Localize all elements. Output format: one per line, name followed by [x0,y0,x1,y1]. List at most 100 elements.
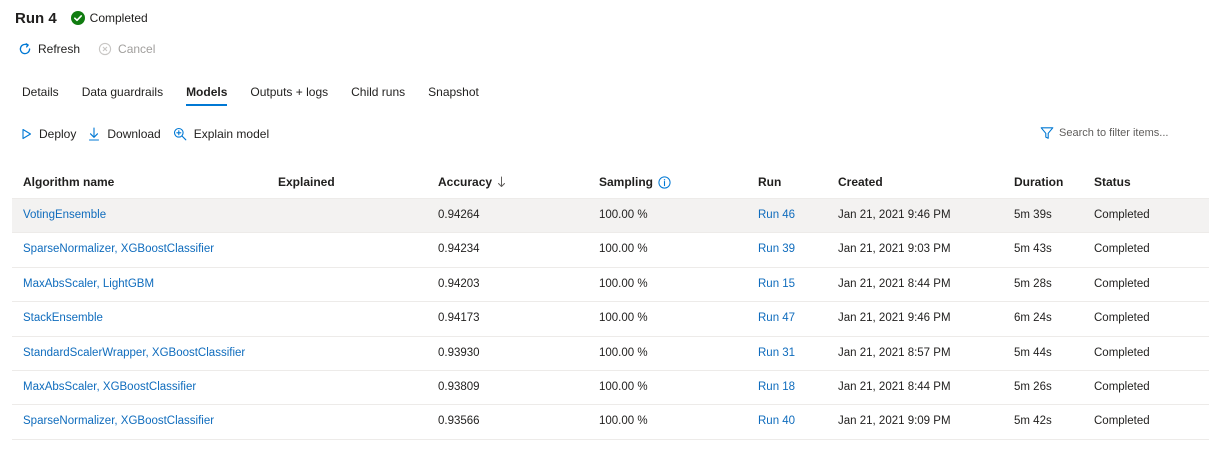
arrow-down-icon [492,176,506,188]
table-row[interactable]: StackEnsemble 0.94173 100.00 % Run 47 Ja… [12,302,1209,337]
deploy-button[interactable]: Deploy [21,127,76,141]
refresh-icon [18,42,38,56]
accuracy-cell: 0.93566 [438,415,480,428]
duration-cell: 5m 39s [1014,209,1052,221]
column-header-duration[interactable]: Duration [1014,175,1063,189]
run-link[interactable]: Run 18 [758,381,795,393]
column-label: Accuracy [438,175,493,189]
explain-model-label: Explain model [193,127,270,141]
sampling-cell: 100.00 % [599,277,648,290]
models-table: Algorithm name Explained Accuracy Sampli… [12,165,1209,440]
algorithm-link[interactable]: StackEnsemble [23,312,103,324]
algorithm-link[interactable]: SparseNormalizer, XGBoostClassifier [23,415,214,427]
run-link[interactable]: Run 31 [758,347,795,359]
accuracy-cell: 0.94234 [438,243,480,256]
status-cell: Completed [1094,209,1150,221]
table-row[interactable]: SparseNormalizer, XGBoostClassifier 0.94… [12,233,1209,268]
column-header-run[interactable]: Run [758,175,781,189]
run-tabs: Details Data guardrails Models Outputs +… [22,82,502,106]
created-cell: Jan 21, 2021 9:46 PM [838,312,951,325]
download-icon [88,127,107,141]
accuracy-cell: 0.93809 [438,380,480,393]
table-header: Algorithm name Explained Accuracy Sampli… [12,165,1209,199]
created-cell: Jan 21, 2021 9:03 PM [838,243,951,256]
table-row[interactable]: StandardScalerWrapper, XGBoostClassifier… [12,337,1209,371]
tab-models[interactable]: Models [186,82,228,106]
run-actions: Refresh Cancel [18,40,173,58]
sampling-cell: 100.00 % [599,312,648,325]
column-header-sampling[interactable]: Sampling [599,175,671,189]
table-row[interactable]: MaxAbsScaler, LightGBM 0.94203 100.00 % … [12,268,1209,303]
algorithm-link[interactable]: MaxAbsScaler, LightGBM [23,278,154,290]
cancel-label: Cancel [118,42,156,56]
accuracy-cell: 0.93930 [438,346,480,359]
status-cell: Completed [1094,243,1150,256]
column-label: Created [838,175,883,189]
filter-box [1040,124,1189,142]
tab-data-guardrails[interactable]: Data guardrails [82,82,163,102]
status-cell: Completed [1094,277,1150,290]
play-icon [21,128,39,140]
cancel-button[interactable]: Cancel [98,42,155,56]
info-icon[interactable] [653,175,671,189]
status-cell: Completed [1094,415,1150,428]
duration-cell: 5m 43s [1014,243,1052,256]
cancel-icon [98,42,118,56]
column-header-created[interactable]: Created [838,175,883,189]
column-label: Sampling [599,175,654,189]
refresh-button[interactable]: Refresh [18,42,80,56]
run-link[interactable]: Run 39 [758,243,795,255]
sampling-cell: 100.00 % [599,380,648,393]
refresh-label: Refresh [38,42,81,56]
duration-cell: 5m 42s [1014,415,1052,428]
tab-snapshot[interactable]: Snapshot [428,82,479,102]
status-cell: Completed [1094,380,1150,393]
duration-cell: 6m 24s [1014,312,1052,325]
duration-cell: 5m 44s [1014,346,1052,359]
status-cell: Completed [1094,312,1150,325]
created-cell: Jan 21, 2021 9:46 PM [838,209,951,221]
sampling-cell: 100.00 % [599,346,648,359]
tab-details[interactable]: Details [22,82,59,102]
run-link[interactable]: Run 46 [758,209,795,221]
table-row[interactable]: VotingEnsemble 0.94264 100.00 % Run 46 J… [12,199,1209,234]
column-header-explained[interactable]: Explained [278,175,335,189]
page-title: Run 4 [15,9,57,27]
column-header-algorithm[interactable]: Algorithm name [23,175,114,189]
sampling-cell: 100.00 % [599,415,648,428]
explain-model-button[interactable]: Explain model [173,127,269,141]
created-cell: Jan 21, 2021 8:44 PM [838,380,951,393]
column-label: Status [1094,175,1131,189]
column-label: Run [758,175,782,189]
models-page: Run 4 Completed Refresh Cancel Details D… [0,0,1209,449]
algorithm-link[interactable]: VotingEnsemble [23,209,106,221]
column-header-accuracy[interactable]: Accuracy [438,175,506,189]
zoom-in-icon [173,127,194,141]
column-label: Algorithm name [23,175,115,189]
download-button[interactable]: Download [88,127,161,141]
duration-cell: 5m 28s [1014,277,1052,290]
accuracy-cell: 0.94173 [438,312,480,325]
column-header-status[interactable]: Status [1094,175,1131,189]
created-cell: Jan 21, 2021 9:09 PM [838,415,951,428]
algorithm-link[interactable]: StandardScalerWrapper, XGBoostClassifier [23,347,245,359]
status-cell: Completed [1094,346,1150,359]
algorithm-link[interactable]: MaxAbsScaler, XGBoostClassifier [23,381,196,393]
deploy-label: Deploy [39,127,77,141]
run-link[interactable]: Run 40 [758,415,795,427]
run-link[interactable]: Run 47 [758,312,795,324]
tab-child-runs[interactable]: Child runs [351,82,405,102]
models-toolbar: Deploy Download Explain model [21,125,281,143]
run-header: Run 4 Completed [15,8,148,28]
run-link[interactable]: Run 15 [758,278,795,290]
check-circle-icon [70,11,85,25]
algorithm-link[interactable]: SparseNormalizer, XGBoostClassifier [23,243,214,255]
sampling-cell: 100.00 % [599,243,648,256]
filter-input[interactable] [1059,127,1189,139]
created-cell: Jan 21, 2021 8:44 PM [838,277,951,290]
table-row[interactable]: MaxAbsScaler, XGBoostClassifier 0.93809 … [12,371,1209,406]
table-row[interactable]: SparseNormalizer, XGBoostClassifier 0.93… [12,405,1209,440]
created-cell: Jan 21, 2021 8:57 PM [838,346,951,359]
tab-outputs-logs[interactable]: Outputs + logs [250,82,328,102]
accuracy-cell: 0.94203 [438,277,480,290]
